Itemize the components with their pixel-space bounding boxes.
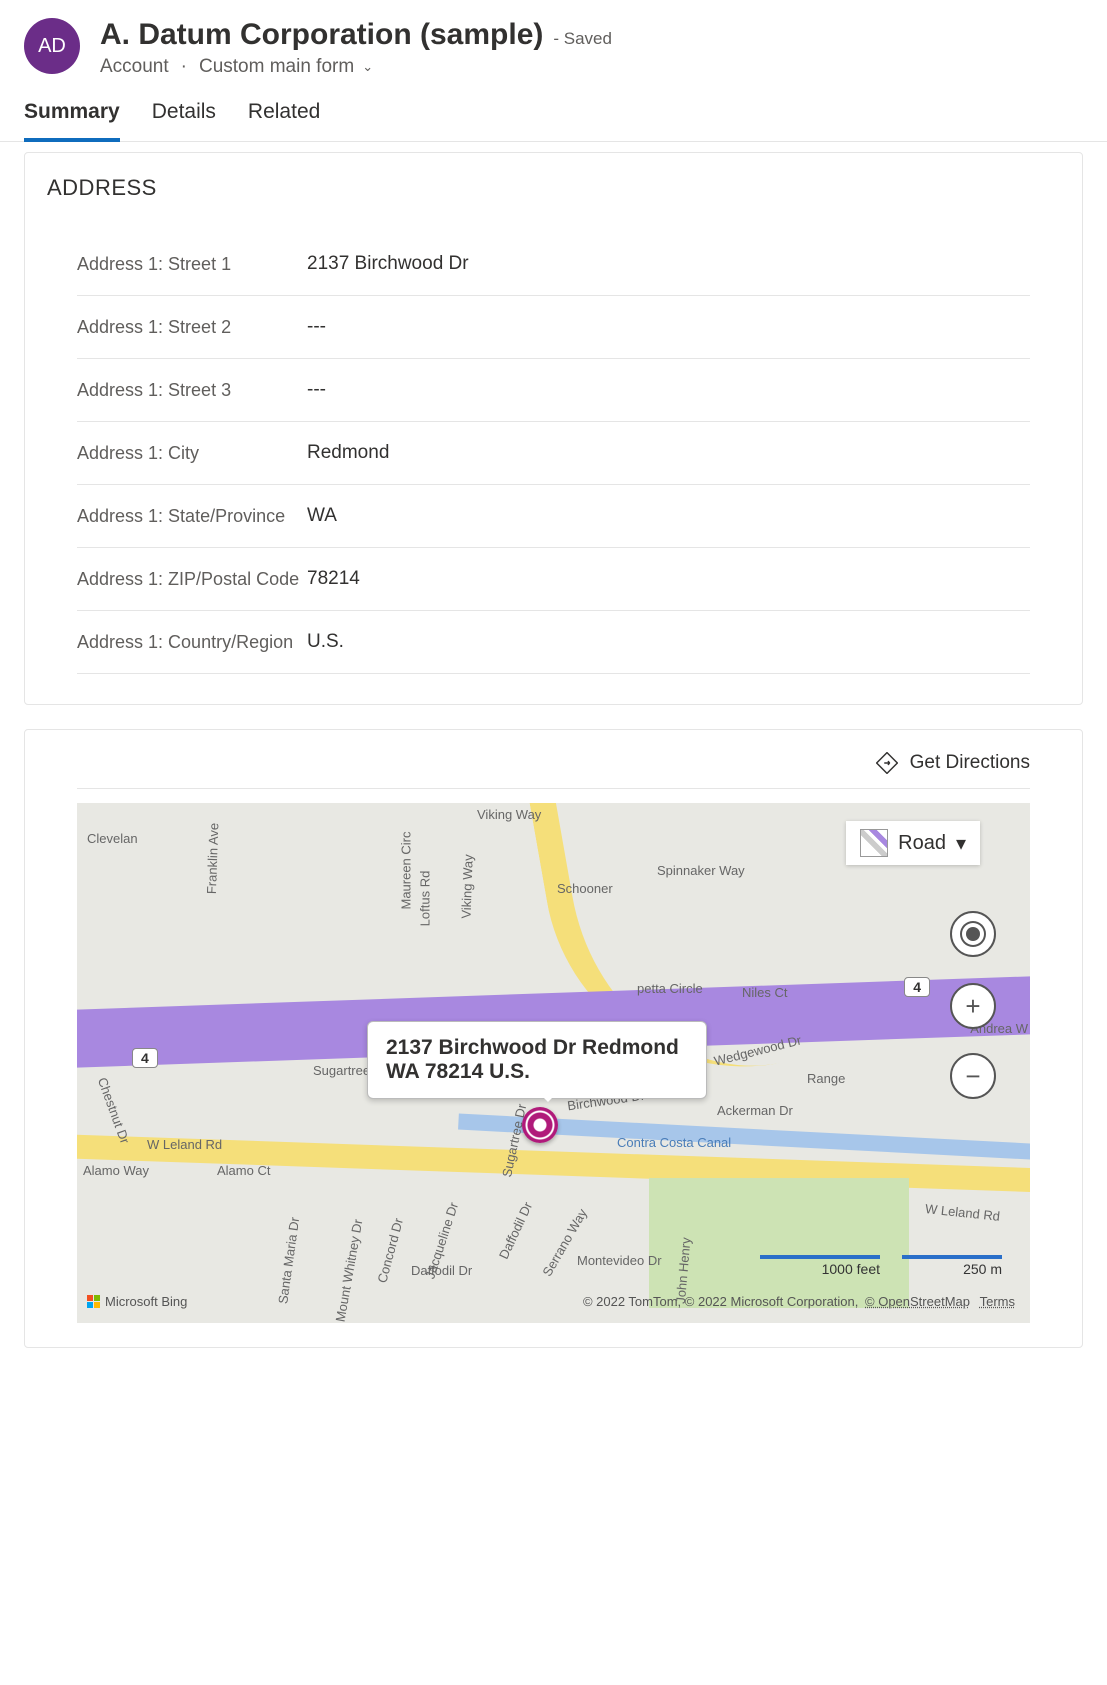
field-value: 2137 Birchwood Dr <box>307 253 469 275</box>
attrib-ms: © 2022 Microsoft Corporation, <box>685 1294 859 1309</box>
field-country[interactable]: Address 1: Country/Region U.S. <box>77 611 1030 674</box>
street-label: Viking Way <box>477 807 541 822</box>
address-section: ADDRESS Address 1: Street 1 2137 Birchwo… <box>24 152 1083 705</box>
directions-icon <box>876 752 898 774</box>
microsoft-icon <box>87 1295 100 1308</box>
entity-label: Account <box>100 56 169 78</box>
street-label: petta Circle <box>637 981 703 996</box>
scale-metric: 250 m <box>902 1255 1002 1277</box>
street-label: Loftus Rd <box>417 871 432 927</box>
locate-me-button[interactable] <box>950 911 996 957</box>
street-label: Spinnaker Way <box>657 863 745 878</box>
street-label: Alamo Way <box>83 1163 149 1178</box>
section-title-address: ADDRESS <box>47 175 1060 201</box>
street-label: Viking Way <box>459 854 476 919</box>
record-header: AD A. Datum Corporation (sample) - Saved… <box>0 0 1107 78</box>
field-city[interactable]: Address 1: City Redmond <box>77 422 1030 485</box>
form-selector-label: Custom main form <box>199 56 354 78</box>
field-street1[interactable]: Address 1: Street 1 2137 Birchwood Dr <box>77 233 1030 296</box>
callout-line2: WA 78214 U.S. <box>386 1060 688 1084</box>
street-label: Franklin Ave <box>204 823 221 895</box>
street-label: Niles Ct <box>742 985 788 1000</box>
saved-indicator: - Saved <box>553 29 612 49</box>
street-label: Schooner <box>557 881 613 896</box>
field-label: Address 1: ZIP/Postal Code <box>77 569 307 590</box>
street-label: W Leland Rd <box>147 1137 222 1152</box>
road-icon <box>860 829 888 857</box>
scale-imperial: 1000 feet <box>760 1255 880 1277</box>
tabs: Summary Details Related <box>0 78 1107 142</box>
field-street3[interactable]: Address 1: Street 3 --- <box>77 359 1030 422</box>
street-label: Concord Dr <box>374 1216 406 1284</box>
street-label: Range <box>807 1071 845 1086</box>
chevron-down-icon: ⌄ <box>362 59 373 75</box>
map-provider-logo: Microsoft Bing <box>87 1294 187 1309</box>
field-label: Address 1: Street 2 <box>77 317 307 338</box>
attrib-tomtom: © 2022 TomTom, <box>583 1294 681 1309</box>
zoom-in-button[interactable]: + <box>950 983 996 1029</box>
get-directions-label: Get Directions <box>910 752 1030 774</box>
map-canvas[interactable]: 4 4 Viking Way Schooner Spinnaker Way pe… <box>77 803 1030 1323</box>
page-title: A. Datum Corporation (sample) <box>100 18 543 52</box>
field-label: Address 1: Country/Region <box>77 632 307 653</box>
target-icon <box>966 927 980 941</box>
tab-related[interactable]: Related <box>248 100 320 142</box>
avatar: AD <box>24 18 80 74</box>
street-label: Montevideo Dr <box>577 1253 662 1268</box>
form-selector[interactable]: Custom main form ⌄ <box>199 56 373 78</box>
street-label: W Leland Rd <box>924 1201 1000 1224</box>
map-pin-icon[interactable] <box>522 1107 558 1143</box>
callout-line1: 2137 Birchwood Dr Redmond <box>386 1036 688 1060</box>
map-type-selector[interactable]: Road ▾ <box>846 821 980 865</box>
field-value: --- <box>307 379 326 401</box>
street-label: Alamo Ct <box>217 1163 270 1178</box>
field-zip[interactable]: Address 1: ZIP/Postal Code 78214 <box>77 548 1030 611</box>
field-state[interactable]: Address 1: State/Province WA <box>77 485 1030 548</box>
street-label: Ackerman Dr <box>717 1103 793 1118</box>
map-type-label: Road <box>898 832 946 855</box>
highway-shield: 4 <box>904 977 930 997</box>
street-label: Daffodil Dr <box>496 1200 535 1262</box>
street-label: Contra Costa Canal <box>617 1135 731 1150</box>
map-attribution: © 2022 TomTom, © 2022 Microsoft Corporat… <box>583 1294 1018 1309</box>
map-toolbar: Get Directions <box>77 752 1030 789</box>
attrib-terms-link[interactable]: Terms <box>980 1294 1015 1309</box>
field-street2[interactable]: Address 1: Street 2 --- <box>77 296 1030 359</box>
provider-text: Microsoft Bing <box>105 1294 187 1309</box>
field-value: 78214 <box>307 568 360 590</box>
tab-summary[interactable]: Summary <box>24 100 120 142</box>
highway-shield: 4 <box>132 1048 158 1068</box>
tab-details[interactable]: Details <box>152 100 216 142</box>
attrib-osm-link[interactable]: © OpenStreetMap <box>865 1294 970 1309</box>
field-label: Address 1: Street 1 <box>77 254 307 275</box>
field-value: Redmond <box>307 442 389 464</box>
street-label: Sugartree <box>313 1063 370 1078</box>
field-value: WA <box>307 505 337 527</box>
street-label: Maureen Circ <box>399 831 414 909</box>
separator-dot: · <box>181 56 187 78</box>
street-label: Santa Maria Dr <box>275 1216 302 1305</box>
caret-down-icon: ▾ <box>956 831 966 856</box>
get-directions-button[interactable]: Get Directions <box>876 752 1030 774</box>
field-label: Address 1: State/Province <box>77 506 307 527</box>
field-value: U.S. <box>307 631 344 653</box>
plus-icon: + <box>965 991 980 1022</box>
street-label: Mount Whitney Dr <box>333 1218 366 1323</box>
map-callout: 2137 Birchwood Dr Redmond WA 78214 U.S. <box>367 1021 707 1099</box>
minus-icon: − <box>965 1061 980 1092</box>
field-label: Address 1: Street 3 <box>77 380 307 401</box>
field-value: --- <box>307 316 326 338</box>
map-scalebar: 1000 feet 250 m <box>760 1255 1002 1277</box>
zoom-out-button[interactable]: − <box>950 1053 996 1099</box>
field-label: Address 1: City <box>77 443 307 464</box>
street-label: Clevelan <box>87 831 138 846</box>
map-section: Get Directions 4 4 Viking Way Schooner S… <box>24 729 1083 1348</box>
header-text: A. Datum Corporation (sample) - Saved Ac… <box>100 18 1083 78</box>
